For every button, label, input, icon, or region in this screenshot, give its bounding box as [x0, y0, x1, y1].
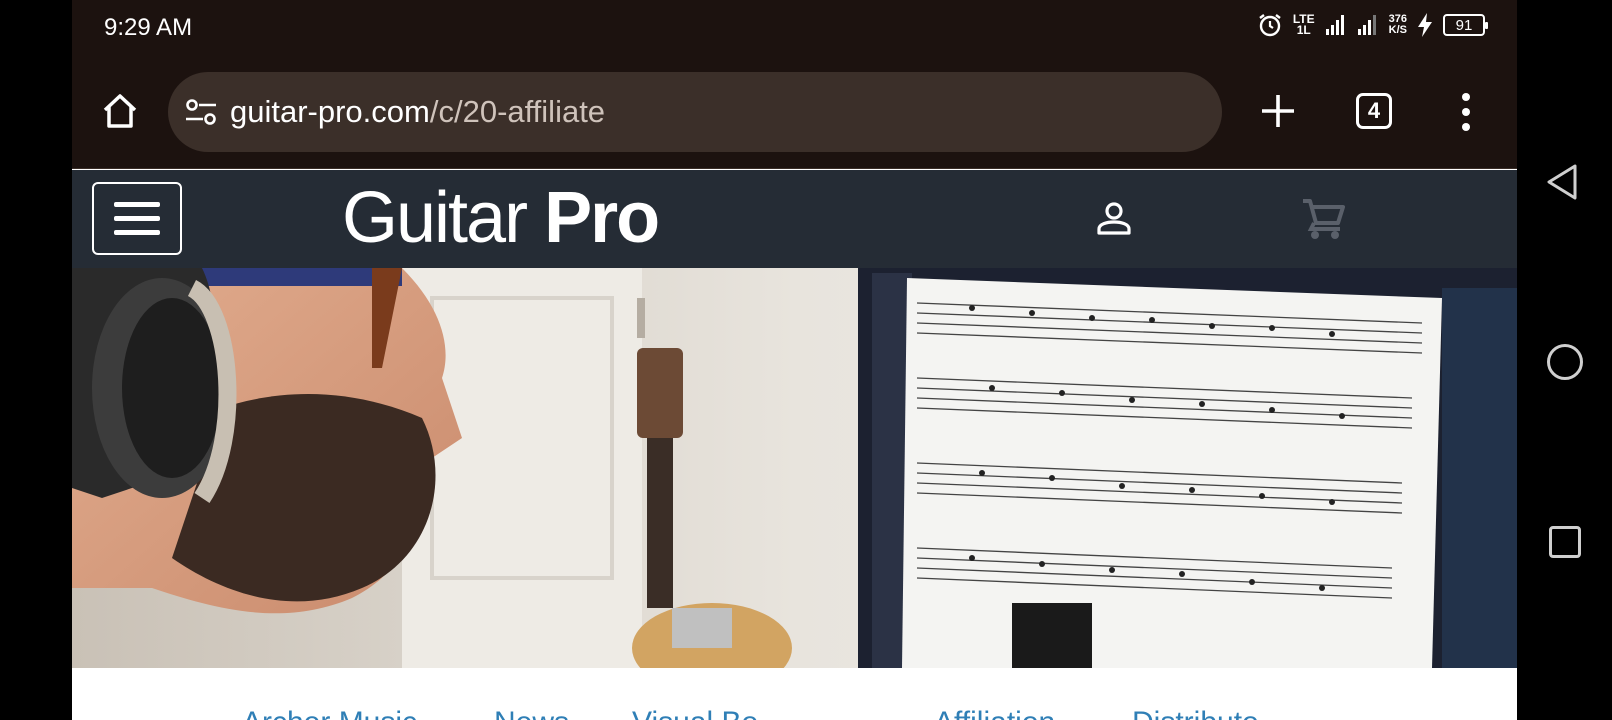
url-path: /c/20-affiliate [429, 94, 606, 129]
new-tab-button[interactable] [1256, 89, 1300, 133]
tabs-button[interactable]: 4 [1356, 93, 1392, 129]
site-logo[interactable]: Guitar Pro [342, 178, 660, 258]
android-nav-bar [1517, 0, 1612, 720]
phone-screen: 9:29 AM LTE 1L 376 K/S 91 guitar-pro.com… [72, 0, 1517, 720]
subnav-link-affiliation[interactable]: Affiliation [934, 706, 1055, 720]
logo-light: Guitar [342, 178, 545, 258]
battery-icon: 91 [1443, 14, 1488, 36]
recents-icon[interactable] [1549, 526, 1581, 558]
plus-icon [1262, 95, 1294, 127]
home-icon [103, 94, 137, 128]
menu-icon-bar [114, 230, 160, 235]
menu-icon-bar [114, 216, 160, 221]
logo-bold: Pro [544, 178, 660, 258]
speed-unit: K/S [1388, 24, 1407, 36]
subnav-link-visual-bo[interactable]: Visual Bo [632, 706, 758, 720]
status-time: 9:29 AM [104, 14, 193, 41]
more-vert-icon[interactable] [1456, 89, 1476, 135]
address-bar[interactable]: guitar-pro.com/c/20-affiliate [168, 72, 1222, 152]
back-icon[interactable] [1545, 163, 1579, 201]
status-icons: LTE 1L 376 K/S 91 [1257, 12, 1488, 38]
status-bar: 9:29 AM LTE 1L 376 K/S 91 [72, 0, 1517, 57]
hero-image [72, 268, 1517, 668]
tab-count: 4 [1367, 98, 1381, 123]
charging-icon [1417, 13, 1433, 37]
menu-icon-bar [114, 202, 160, 207]
lte-signal-icon: LTE 1L [1293, 13, 1315, 37]
battery-level: 91 [1455, 16, 1473, 34]
signal-icon-2 [1357, 14, 1379, 36]
site-settings-icon[interactable] [184, 96, 218, 128]
subnav-link-distributo[interactable]: Distributo [1132, 706, 1259, 720]
home-circle-icon[interactable] [1547, 344, 1583, 380]
signal-icon [1325, 14, 1347, 36]
lte-sub-label: 1L [1296, 23, 1311, 37]
url-domain: guitar-pro.com [230, 94, 430, 129]
network-speed: 376 K/S [1389, 14, 1407, 36]
subnav-link-news[interactable]: News [494, 706, 569, 720]
alarm-icon [1257, 12, 1283, 38]
hero-photo [72, 268, 1517, 668]
account-icon[interactable] [1094, 198, 1134, 238]
browser-toolbar: guitar-pro.com/c/20-affiliate 4 [72, 57, 1517, 169]
subnav-link-archer-music[interactable]: Archer Music [242, 706, 417, 720]
url-text[interactable]: guitar-pro.com/c/20-affiliate [230, 94, 605, 130]
cart-icon[interactable] [1300, 196, 1346, 242]
sub-navigation: Archer Music News Visual Bo Affiliation … [72, 668, 1517, 720]
site-header: Guitar Pro [72, 170, 1517, 268]
menu-button[interactable] [92, 182, 182, 255]
home-button[interactable] [100, 91, 140, 131]
